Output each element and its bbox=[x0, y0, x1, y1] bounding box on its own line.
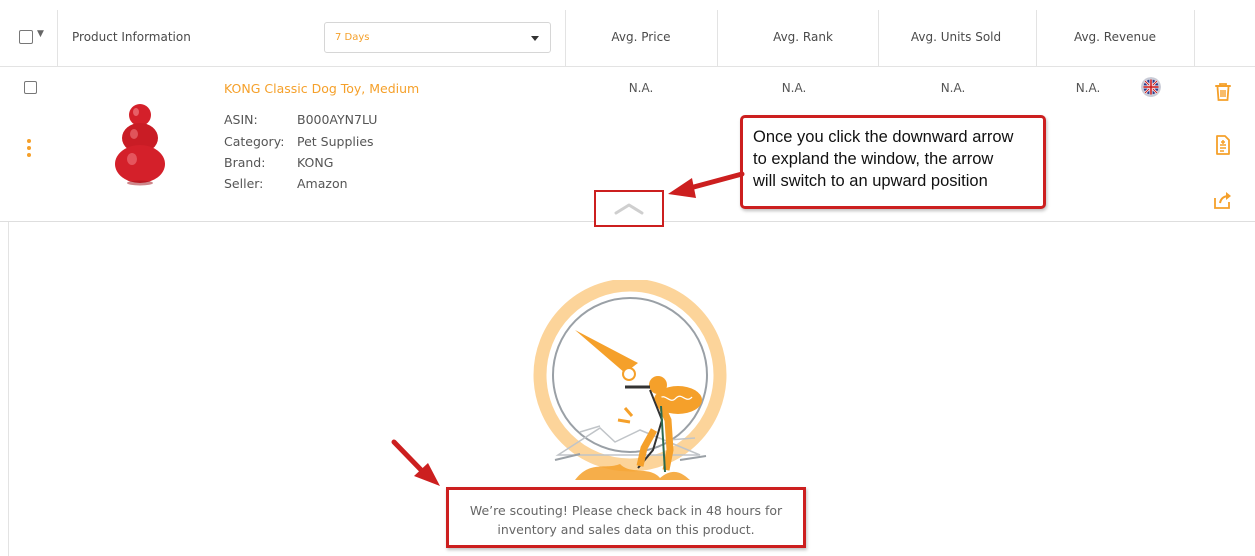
chevron-up-icon bbox=[614, 203, 644, 215]
period-select[interactable]: 7 Days bbox=[324, 22, 551, 53]
select-all-checkbox[interactable] bbox=[19, 30, 33, 44]
uk-flag-icon bbox=[1141, 77, 1161, 97]
asin-label: ASIN: bbox=[224, 112, 258, 127]
annotation-callout: Once you click the downward arrow to exp… bbox=[740, 115, 1046, 209]
category-label: Category: bbox=[224, 134, 285, 149]
product-image bbox=[115, 104, 165, 186]
table-header: ▼ Product Information 7 Days Avg. Price … bbox=[0, 0, 1255, 67]
arrow-to-message bbox=[391, 439, 428, 477]
period-select-value: 7 Days bbox=[335, 32, 370, 43]
column-divider bbox=[1194, 10, 1195, 67]
category-value: Pet Supplies bbox=[297, 134, 374, 149]
arrow-head bbox=[414, 463, 440, 486]
column-divider bbox=[57, 10, 58, 67]
brand-value: KONG bbox=[297, 155, 334, 170]
document-icon[interactable] bbox=[1212, 134, 1234, 156]
select-all-dropdown-icon[interactable]: ▼ bbox=[37, 29, 44, 39]
empty-state-line: We’re scouting! Please check back in 48 … bbox=[469, 503, 783, 518]
collapse-button[interactable] bbox=[594, 190, 664, 227]
asin-value: B000AYN7LU bbox=[297, 112, 378, 127]
callout-line: will switch to an upward position bbox=[753, 172, 988, 190]
avg-price-value: N.A. bbox=[628, 81, 654, 95]
brand-label: Brand: bbox=[224, 155, 266, 170]
scout-illustration bbox=[533, 280, 727, 480]
panel-border bbox=[8, 222, 9, 556]
product-information-header: Product Information bbox=[72, 30, 191, 44]
empty-state-line: inventory and sales data on this product… bbox=[497, 522, 755, 537]
avg-units-sold-header[interactable]: Avg. Units Sold bbox=[881, 30, 1031, 44]
avg-rank-header[interactable]: Avg. Rank bbox=[728, 30, 878, 44]
row-checkbox[interactable] bbox=[24, 81, 37, 94]
share-icon[interactable] bbox=[1212, 189, 1234, 211]
seller-label: Seller: bbox=[224, 176, 264, 191]
kebab-menu-icon[interactable] bbox=[26, 139, 32, 161]
callout-line: Once you click the downward arrow bbox=[753, 128, 1014, 146]
avg-rank-value: N.A. bbox=[781, 81, 807, 95]
column-divider bbox=[878, 10, 879, 67]
column-divider bbox=[1036, 10, 1037, 67]
callout-line: to expland the window, the arrow bbox=[753, 150, 994, 168]
trash-icon[interactable] bbox=[1212, 81, 1234, 103]
avg-price-header[interactable]: Avg. Price bbox=[566, 30, 716, 44]
avg-units-sold-value: N.A. bbox=[940, 81, 966, 95]
column-divider bbox=[717, 10, 718, 67]
empty-state-message: We’re scouting! Please check back in 48 … bbox=[446, 487, 806, 548]
product-title-link[interactable]: KONG Classic Dog Toy, Medium bbox=[224, 81, 419, 96]
seller-value: Amazon bbox=[297, 176, 348, 191]
caret-down-icon bbox=[531, 36, 539, 41]
avg-revenue-header[interactable]: Avg. Revenue bbox=[1040, 30, 1190, 44]
